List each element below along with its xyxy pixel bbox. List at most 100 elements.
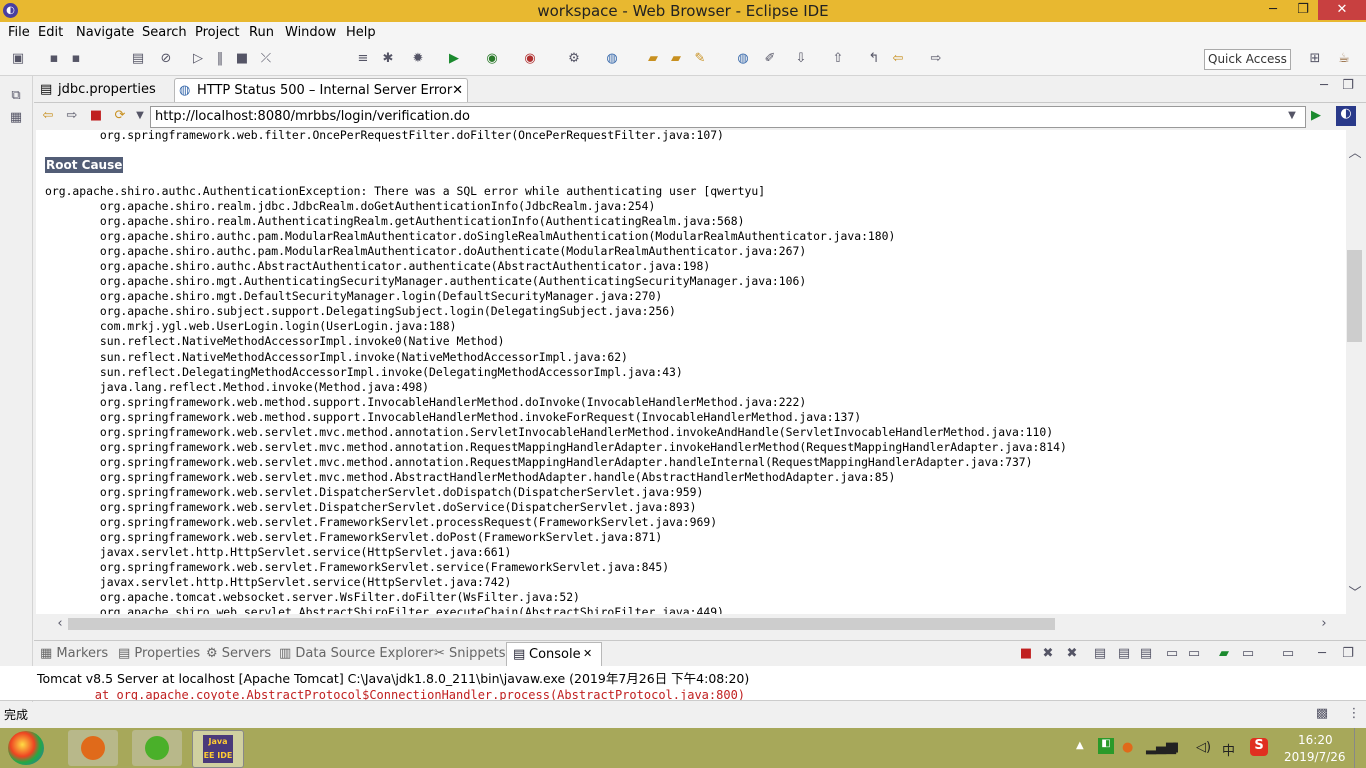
- minimize-view-icon[interactable]: ─: [1314, 646, 1330, 662]
- show-stdout-icon[interactable]: ▭: [1164, 646, 1180, 662]
- maximize-button[interactable]: ❐: [1288, 0, 1318, 20]
- url-dropdown-icon[interactable]: ▼: [1284, 108, 1300, 124]
- format-icon[interactable]: ≡: [355, 51, 371, 67]
- go-icon[interactable]: ▶: [1308, 108, 1324, 124]
- sogou-icon[interactable]: S: [1250, 738, 1268, 756]
- forward-nav-icon[interactable]: ⇨: [928, 51, 944, 67]
- tab-servers[interactable]: ⚙ Servers: [206, 646, 271, 661]
- clear-console-icon[interactable]: ▤: [1092, 646, 1108, 662]
- start-button[interactable]: [8, 731, 44, 765]
- back-icon[interactable]: ⇦: [40, 108, 56, 124]
- open-type-icon[interactable]: ▰: [645, 51, 661, 67]
- scroll-right-icon[interactable]: ›: [1316, 616, 1332, 632]
- prev-annotation-icon[interactable]: ⇧: [830, 51, 846, 67]
- scroll-lock-icon[interactable]: ▤: [1116, 646, 1132, 662]
- tab-data-source-explorer[interactable]: ▥ Data Source Explorer: [279, 646, 434, 661]
- maximize-editor-icon[interactable]: ❐: [1340, 78, 1356, 94]
- scroll-left-icon[interactable]: ‹: [52, 616, 68, 632]
- progress-icon[interactable]: ▩: [1314, 706, 1330, 722]
- tray-expand-icon[interactable]: ▲: [1076, 740, 1084, 751]
- forward-icon[interactable]: ⇨: [64, 108, 80, 124]
- taskbar-browser[interactable]: [132, 730, 182, 766]
- save-icon[interactable]: ▪: [46, 51, 62, 67]
- show-stderr-icon[interactable]: ▭: [1186, 646, 1202, 662]
- scroll-up-icon[interactable]: ︿: [1347, 146, 1363, 162]
- search-toolbar-icon[interactable]: ✎: [692, 51, 708, 67]
- menu-run[interactable]: Run: [249, 25, 274, 40]
- scroll-down-icon[interactable]: ﹀: [1347, 586, 1363, 602]
- menu-help[interactable]: Help: [346, 25, 376, 40]
- vertical-scroll-thumb[interactable]: [1347, 250, 1362, 342]
- eclipse-browser-icon[interactable]: ◐: [1336, 106, 1356, 126]
- word-wrap-icon[interactable]: ▤: [1138, 646, 1154, 662]
- run-icon[interactable]: ▶: [446, 51, 462, 67]
- menu-edit[interactable]: Edit: [38, 25, 63, 40]
- clock-date[interactable]: 2019/7/26: [1284, 750, 1346, 764]
- remove-launch-icon[interactable]: ✖: [1040, 646, 1056, 662]
- open-console-icon[interactable]: ▭: [1280, 646, 1296, 662]
- console-view-icon[interactable]: ▤: [130, 51, 146, 67]
- menu-file[interactable]: File: [8, 25, 30, 40]
- new-icon[interactable]: ▣: [10, 51, 26, 67]
- refresh-icon[interactable]: ⟳: [112, 108, 128, 124]
- display-console-icon[interactable]: ▭: [1240, 646, 1256, 662]
- browser-globe-icon[interactable]: ◍: [735, 51, 751, 67]
- last-edit-icon[interactable]: ↰: [866, 51, 882, 67]
- restore-icon[interactable]: ⧉: [8, 88, 24, 104]
- taskbar-javaee-ide[interactable]: Java EE IDE: [192, 730, 244, 768]
- url-input[interactable]: http://localhost:8080/mrbbs/login/verifi…: [150, 106, 1306, 128]
- skip-breakpoints-icon[interactable]: ⊘: [158, 51, 174, 67]
- disconnect-icon[interactable]: ⤫: [258, 51, 274, 67]
- menu-navigate[interactable]: Navigate: [76, 25, 134, 40]
- terminate-console-icon[interactable]: ■: [1018, 646, 1034, 662]
- next-annotation-icon[interactable]: ⇩: [793, 51, 809, 67]
- clock-time[interactable]: 16:20: [1298, 733, 1333, 747]
- status-options-icon[interactable]: ⋮: [1346, 706, 1362, 722]
- resume-icon[interactable]: ▷: [190, 51, 206, 67]
- tab-jdbc-properties[interactable]: ▤ jdbc.properties: [36, 78, 192, 101]
- close-tab-icon[interactable]: ✕: [452, 79, 463, 102]
- javaee-perspective-icon[interactable]: ☕: [1336, 51, 1352, 67]
- close-button[interactable]: ✕: [1318, 0, 1366, 20]
- suspend-icon[interactable]: ‖: [212, 51, 228, 67]
- ime-indicator[interactable]: 中: [1222, 740, 1235, 759]
- open-perspective-icon[interactable]: ⊞: [1307, 51, 1323, 67]
- browser-content[interactable]: org.springframework.web.filter.OncePerRe…: [36, 130, 1346, 614]
- stop-icon[interactable]: ■: [88, 108, 104, 124]
- terminate-icon[interactable]: ■: [234, 51, 250, 67]
- open-task-icon[interactable]: ▰: [668, 51, 684, 67]
- taskbar-firefox[interactable]: [68, 730, 118, 766]
- debug-icon[interactable]: ✹: [410, 51, 426, 67]
- maximize-view-icon[interactable]: ❐: [1340, 646, 1356, 662]
- quick-access-input[interactable]: Quick Access: [1204, 49, 1291, 70]
- console-output[interactable]: at org.apache.coyote.AbstractProtocol$Co…: [0, 686, 1366, 701]
- ant-icon[interactable]: ✱: [380, 51, 396, 67]
- save-all-icon[interactable]: ▪: [68, 51, 84, 67]
- new-server-icon[interactable]: ⚙: [566, 51, 582, 67]
- package-explorer-icon[interactable]: ▦: [8, 110, 24, 126]
- tab-markers[interactable]: ▦ Markers: [40, 646, 108, 661]
- new-class-icon[interactable]: ◍: [604, 51, 620, 67]
- tab-console[interactable]: ▤ Console ✕: [506, 642, 602, 667]
- battery-icon[interactable]: ▮: [1172, 740, 1179, 755]
- menu-search[interactable]: Search: [142, 25, 187, 40]
- horizontal-scroll-thumb[interactable]: [68, 618, 1055, 630]
- tab-snippets[interactable]: ✂ Snippets: [434, 646, 506, 661]
- external-tools-icon[interactable]: ◉: [522, 51, 538, 67]
- show-desktop-button[interactable]: [1354, 728, 1366, 768]
- tab-properties[interactable]: ▤ Properties: [118, 646, 200, 661]
- menu-project[interactable]: Project: [195, 25, 239, 40]
- minimize-editor-icon[interactable]: ─: [1316, 78, 1332, 94]
- tray-firefox-icon[interactable]: ●: [1122, 740, 1133, 755]
- close-console-icon[interactable]: ✕: [583, 647, 592, 660]
- vertical-scrollbar[interactable]: [1346, 144, 1364, 614]
- annotation-icon[interactable]: ✐: [762, 51, 778, 67]
- volume-icon[interactable]: ◁): [1196, 740, 1211, 755]
- minimize-button[interactable]: ─: [1258, 0, 1288, 20]
- chevron-down-icon[interactable]: ▼: [132, 108, 148, 124]
- pin-console-icon[interactable]: ▰: [1216, 646, 1232, 662]
- run-coverage-icon[interactable]: ◉: [484, 51, 500, 67]
- back-nav-icon[interactable]: ⇦: [890, 51, 906, 67]
- remove-all-launches-icon[interactable]: ✖: [1064, 646, 1080, 662]
- menu-window[interactable]: Window: [285, 25, 336, 40]
